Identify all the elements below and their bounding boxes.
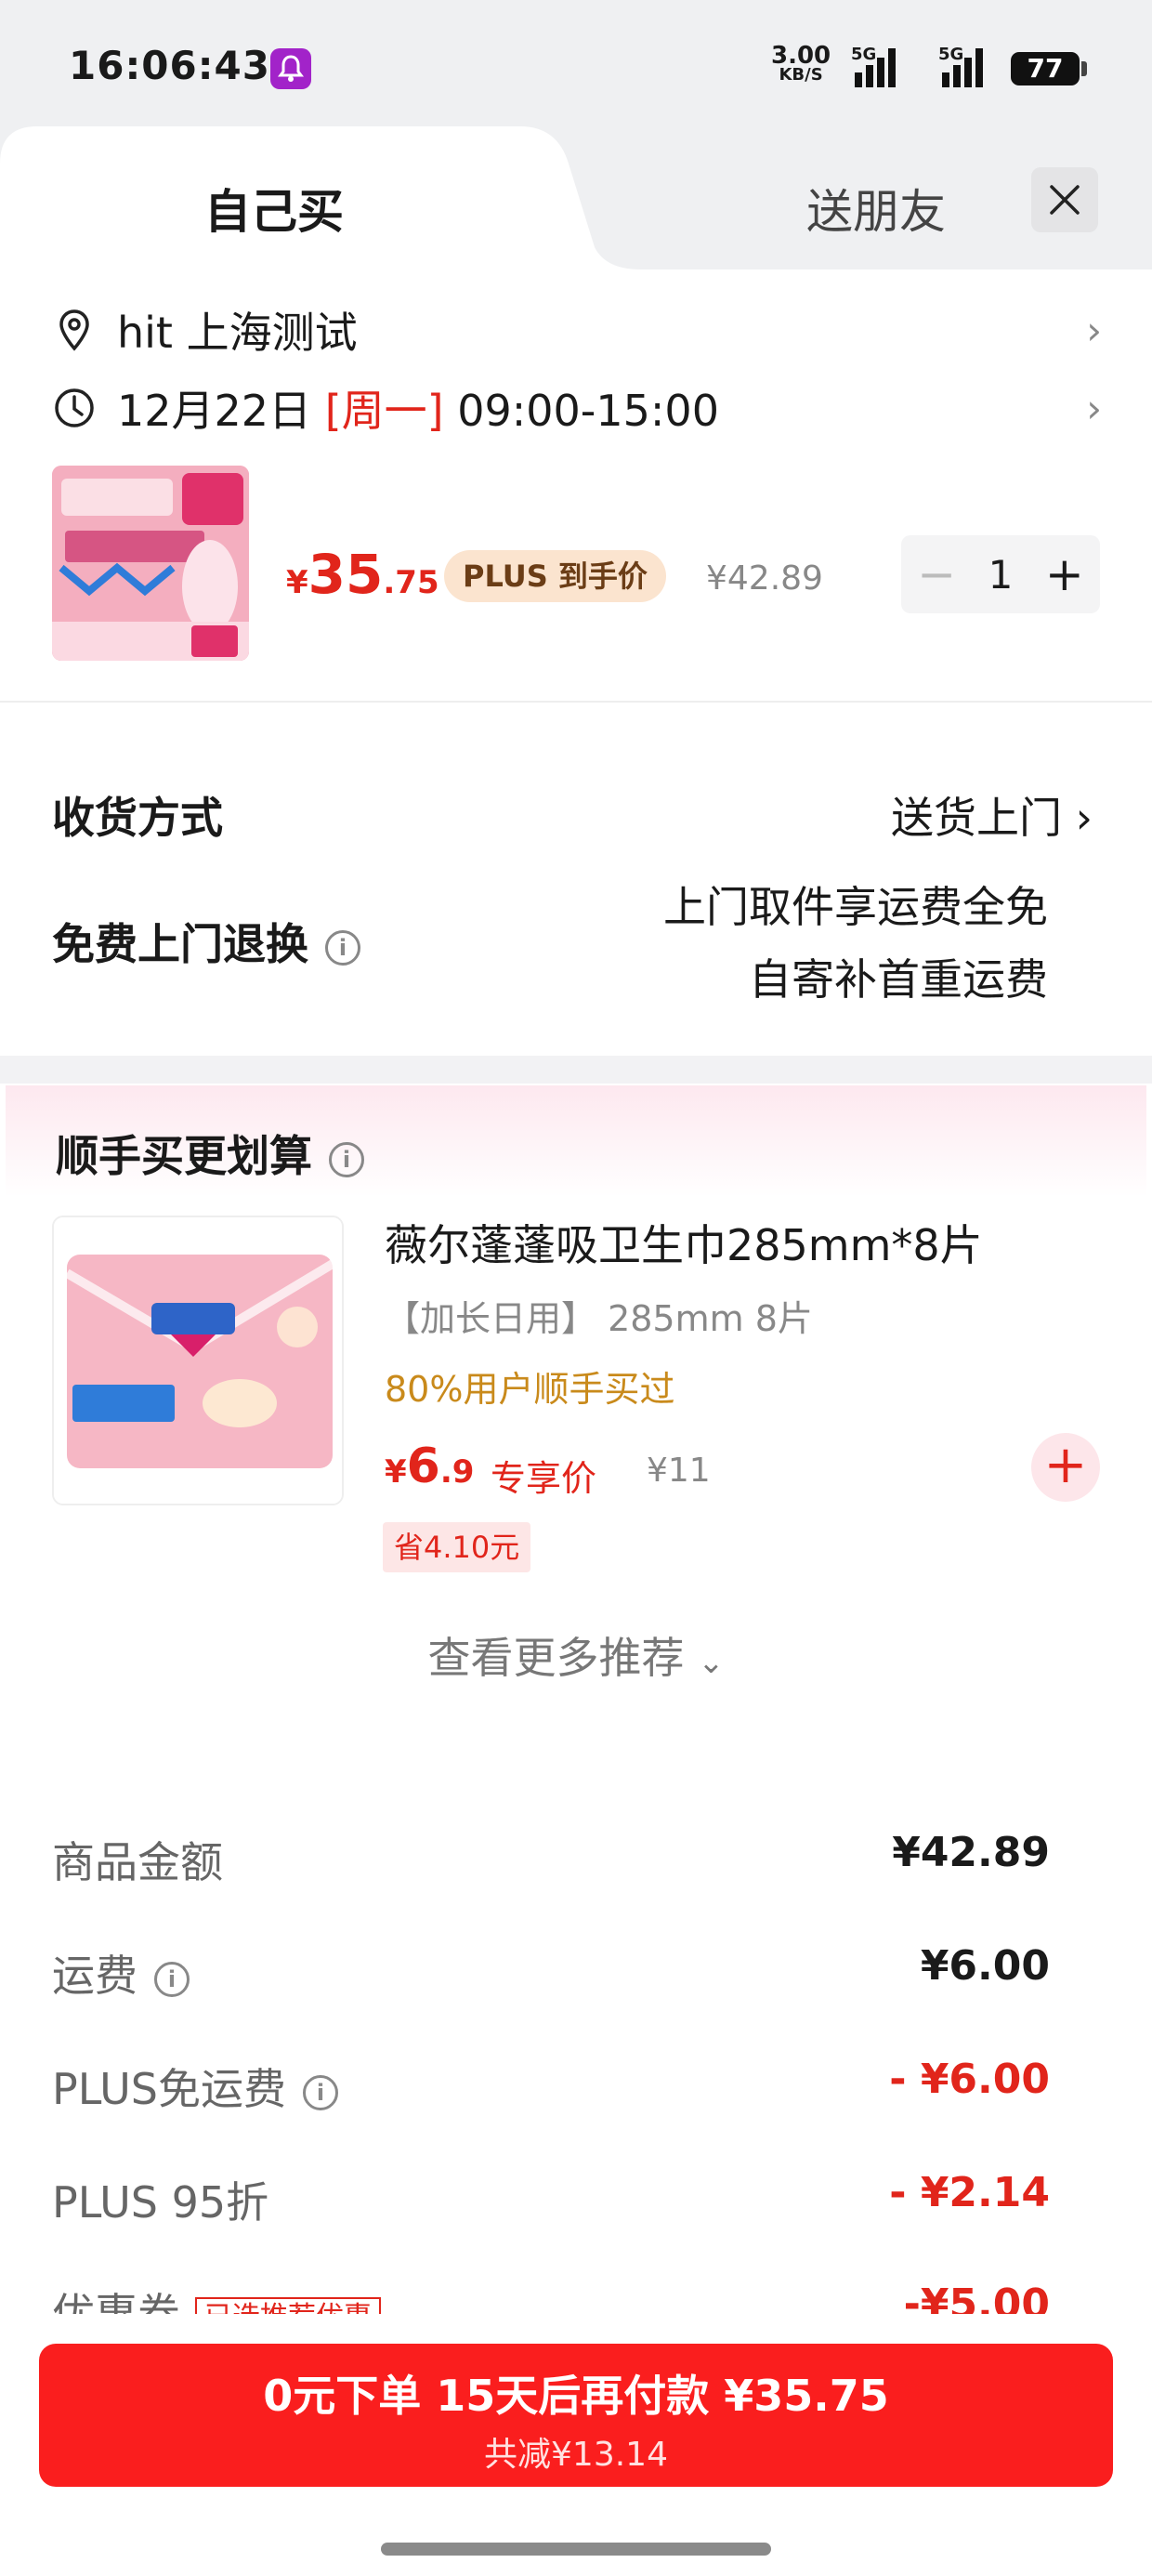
info-icon[interactable]: i (325, 929, 360, 966)
cta-subtitle: 共减¥13.14 (484, 2436, 668, 2474)
battery-icon: 77 (1011, 52, 1080, 85)
add-recommend-button[interactable]: + (1031, 1433, 1100, 1502)
freight-row: 运费 i ¥6.00 (52, 1942, 1050, 2001)
plus-free-freight-row: PLUS免运费 i - ¥6.00 (52, 2056, 1050, 2114)
info-icon[interactable]: i (329, 1141, 364, 1177)
original-price: ¥42.89 (706, 559, 823, 598)
plus-price-badge: PLUS 到手价 (444, 550, 666, 602)
goods-amount-row: 商品金额 ¥42.89 (52, 1829, 1050, 1887)
plus-95-row: PLUS 95折 - ¥2.14 (52, 2169, 1050, 2228)
tab-background (0, 126, 1152, 269)
returns-label: 免费上门退换 i (52, 911, 360, 972)
address-text: hit 上海测试 (117, 308, 358, 358)
bell-icon (270, 48, 311, 89)
quantity-stepper: − 1 + (901, 535, 1100, 613)
savings-badge: 省4.10元 (383, 1522, 531, 1572)
section-gap (0, 1056, 1152, 1084)
chevron-right-icon: › (1075, 793, 1093, 843)
delivery-time-row[interactable]: 12月22日 [周一] 09:00-15:00 › (52, 377, 1102, 439)
recommend-product-spec: 【加长日用】 285mm 8片 (385, 1298, 813, 1339)
recommend-price: ¥6.9 (385, 1439, 475, 1494)
bottom-bar: 0元下单 15天后再付款 ¥35.75 共减¥13.14 (0, 2314, 1152, 2576)
network-speed: 3.00 KB/S (771, 42, 831, 85)
delivery-time-text: 12月22日 [周一] 09:00-15:00 (117, 386, 719, 436)
status-bar: 16:06:43 3.00 KB/S 5G 5G 77 (0, 0, 1152, 130)
divider (0, 701, 1152, 703)
close-button[interactable] (1031, 167, 1098, 232)
home-indicator[interactable] (381, 2543, 771, 2556)
returns-line2: 自寄补首重运费 (749, 954, 1048, 1005)
recommend-bought-rate: 80%用户顺手买过 (385, 1369, 675, 1410)
returns-line1: 上门取件享运费全免 (663, 882, 1048, 932)
recommend-original-price: ¥11 (647, 1452, 711, 1490)
chevron-down-icon: ⌄ (698, 1644, 725, 1681)
quantity-value[interactable]: 1 (988, 552, 1014, 598)
exclusive-price-label: 专享价 (491, 1458, 597, 1499)
recommend-product-image[interactable] (52, 1216, 344, 1505)
location-pin-icon (59, 309, 89, 351)
product-image (52, 466, 249, 661)
tab-bar: 自己买 送朋友 (0, 126, 1152, 269)
price-summary: 商品金额 ¥42.89 运费 i ¥6.00 PLUS免运费 i - ¥6.00 P… (0, 1769, 1152, 2339)
submit-order-button[interactable]: 0元下单 15天后再付款 ¥35.75 共减¥13.14 (39, 2344, 1113, 2487)
status-time: 16:06:43 (69, 43, 270, 88)
battery-tip (1081, 61, 1087, 76)
tab-gift[interactable]: 送朋友 (806, 175, 946, 242)
cta-title: 0元下单 15天后再付款 ¥35.75 (263, 2371, 889, 2421)
recommend-title: 顺手买更划算 i (56, 1123, 364, 1184)
clock-icon (55, 388, 94, 427)
chevron-right-icon: › (1086, 385, 1102, 431)
see-more-button[interactable]: 查看更多推荐 ⌄ (0, 1624, 1152, 1686)
product-price: ¥35.75 (286, 543, 439, 606)
info-icon[interactable]: i (154, 1961, 190, 1997)
close-icon (1050, 185, 1080, 215)
order-confirm-page: 16:06:43 3.00 KB/S 5G 5G 77 自己买 送朋友 hit … (0, 0, 1152, 2576)
minus-icon[interactable]: − (917, 547, 956, 601)
plus-icon[interactable]: + (1045, 547, 1084, 601)
shipping-label: 收货方式 (52, 793, 223, 843)
shipping-value[interactable]: 送货上门 › (891, 784, 1093, 846)
recommend-section: 顺手买更划算 i 薇尔蓬蓬吸卫生巾285mm*8片 【加长日用】 285mm 8片… (0, 1085, 1152, 1743)
tab-self[interactable]: 自己买 (204, 175, 344, 242)
chevron-right-icon: › (1086, 307, 1102, 353)
info-icon[interactable]: i (302, 2074, 338, 2110)
address-row[interactable]: hit 上海测试 › (52, 299, 1102, 361)
recommend-product-name[interactable]: 薇尔蓬蓬吸卫生巾285mm*8片 (385, 1212, 983, 1273)
